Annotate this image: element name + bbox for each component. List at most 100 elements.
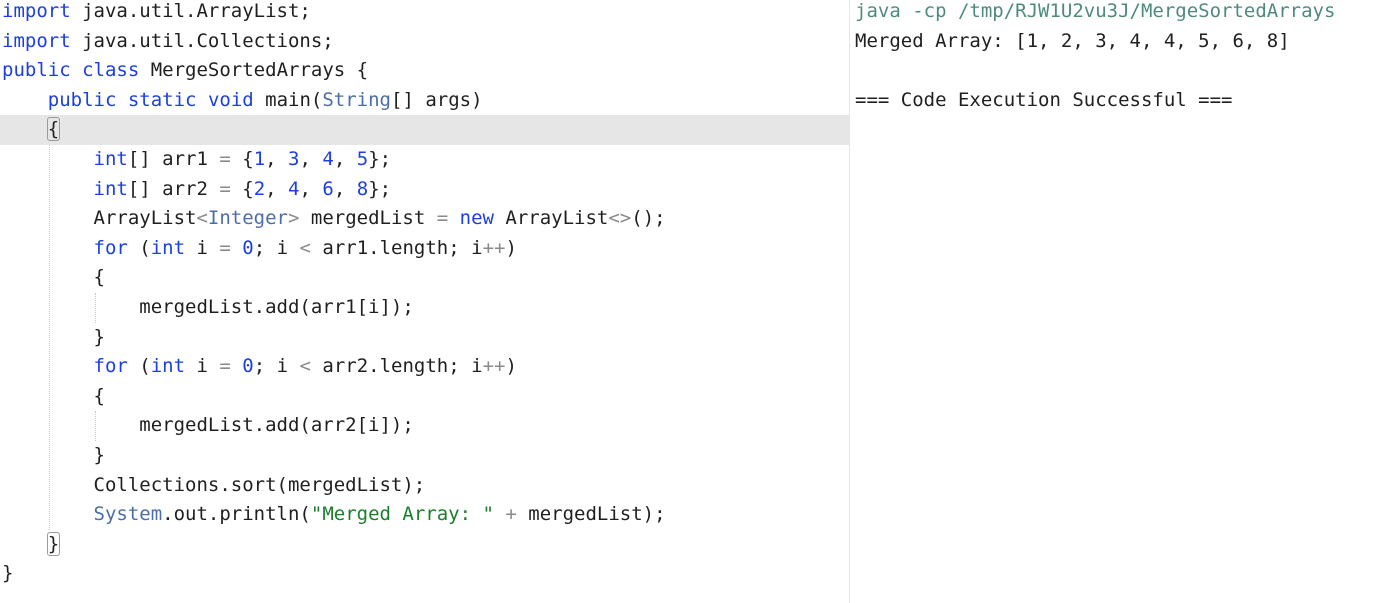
- code-token: ,: [299, 177, 323, 200]
- code-token: mergedList: [299, 207, 437, 230]
- code-token: ();: [631, 207, 666, 230]
- code-token: =: [219, 355, 231, 378]
- code-line-text: }: [2, 441, 105, 471]
- code-token: arr2.length; i: [310, 355, 483, 378]
- code-line[interactable]: {: [0, 115, 849, 145]
- code-token: MergeSortedArrays {: [139, 59, 369, 82]
- code-line-text: }: [2, 559, 13, 589]
- matched-bracket: {: [46, 117, 61, 142]
- code-line-text: for (int i = 0; i < arr2.length; i++): [2, 352, 517, 382]
- code-line-text: mergedList.add(arr2[i]);: [2, 411, 414, 441]
- code-token: ArrayList: [493, 207, 609, 230]
- code-token: String: [322, 88, 391, 111]
- code-line[interactable]: Collections.sort(mergedList);: [0, 471, 849, 501]
- code-token: };: [368, 148, 392, 170]
- code-line[interactable]: for (int i = 0; i < arr2.length; i++): [0, 352, 849, 382]
- code-token: for: [93, 236, 128, 259]
- code-token: int: [93, 177, 128, 200]
- code-token: [] arr1: [127, 148, 220, 170]
- code-token: };: [368, 177, 392, 200]
- code-line[interactable]: {: [0, 263, 849, 293]
- output-console: java -cp /tmp/RJW1U2vu3J/MergeSortedArra…: [850, 0, 1386, 603]
- code-token: [] args): [391, 88, 483, 111]
- code-token: java.util.ArrayList;: [70, 0, 311, 22]
- code-editor[interactable]: import java.util.ArrayList; import java.u…: [0, 0, 849, 603]
- code-token: ; i: [253, 236, 300, 259]
- code-line[interactable]: public static void main(String[] args): [0, 86, 849, 116]
- code-token: for: [93, 355, 128, 378]
- code-line[interactable]: mergedList.add(arr1[i]);: [0, 293, 849, 323]
- code-token: ++: [482, 236, 506, 259]
- code-token: =: [219, 236, 231, 259]
- code-token: Collections.sort(mergedList);: [2, 473, 426, 496]
- code-line[interactable]: int[] arr2 = {2, 4, 6, 8};: [0, 175, 849, 205]
- code-token: 4: [322, 148, 334, 170]
- code-token: int: [93, 148, 128, 170]
- output-command-line: java -cp /tmp/RJW1U2vu3J/MergeSortedArra…: [855, 0, 1336, 22]
- code-token: i: [185, 355, 220, 378]
- code-token: 0: [242, 355, 254, 378]
- code-line[interactable]: System.out.println("Merged Array: " + me…: [0, 500, 849, 530]
- code-token: Integer: [207, 207, 288, 230]
- code-line[interactable]: import java.util.ArrayList;: [0, 0, 849, 27]
- indent-guide: [94, 411, 96, 441]
- code-line-text: int[] arr1 = {1, 3, 4, 5};: [2, 145, 392, 175]
- code-token: [] arr2: [127, 177, 220, 200]
- code-line[interactable]: }: [0, 530, 849, 560]
- code-token: <: [196, 207, 208, 230]
- code-line-text: public static void main(String[] args): [2, 86, 483, 116]
- code-line[interactable]: import java.util.Collections;: [0, 27, 849, 57]
- code-line-text: {: [2, 263, 105, 293]
- code-token: 1: [253, 148, 266, 170]
- code-token: ,: [333, 148, 357, 170]
- app-root: import java.util.ArrayList; import java.u…: [0, 0, 1386, 603]
- indent-guide: [48, 145, 50, 530]
- code-token: ++: [482, 355, 506, 378]
- code-line-text: import java.util.Collections;: [2, 27, 334, 57]
- code-token: {: [230, 177, 254, 200]
- code-token: public: [2, 59, 71, 82]
- code-line[interactable]: ArrayList<Integer> mergedList = new Arra…: [0, 204, 849, 234]
- code-token: import: [2, 0, 71, 22]
- code-token: {: [230, 148, 254, 170]
- code-line[interactable]: for (int i = 0; i < arr1.length; i++): [0, 234, 849, 264]
- code-token: 3: [288, 148, 300, 170]
- code-line-text: Collections.sort(mergedList);: [2, 471, 426, 501]
- code-line[interactable]: }: [0, 441, 849, 471]
- code-token: arr1.length; i: [310, 236, 483, 259]
- code-token: =: [219, 177, 231, 200]
- code-token: ,: [299, 148, 323, 170]
- code-token: java.util.Collections;: [70, 29, 334, 52]
- matched-bracket: }: [46, 531, 61, 556]
- code-token: <: [299, 355, 311, 378]
- code-line[interactable]: {: [0, 382, 849, 412]
- code-line-text: mergedList.add(arr1[i]);: [2, 293, 414, 323]
- code-token: ; i: [253, 355, 300, 378]
- code-line[interactable]: }: [0, 559, 849, 589]
- code-token: .out.println(: [162, 503, 311, 526]
- code-token: (: [127, 236, 151, 259]
- code-token: mergedList);: [516, 503, 666, 526]
- code-token: 4: [288, 177, 300, 200]
- code-token: {: [2, 266, 105, 289]
- code-line[interactable]: public class MergeSortedArrays {: [0, 56, 849, 86]
- code-line[interactable]: mergedList.add(arr2[i]);: [0, 411, 849, 441]
- code-token: static: [127, 88, 197, 111]
- code-line[interactable]: }: [0, 323, 849, 353]
- code-token: }: [2, 444, 105, 466]
- code-line[interactable]: int[] arr1 = {1, 3, 4, 5};: [0, 145, 849, 175]
- code-line-text: System.out.println("Merged Array: " + me…: [2, 500, 666, 530]
- code-token: 0: [242, 236, 254, 259]
- code-line-text: ArrayList<Integer> mergedList = new Arra…: [2, 204, 666, 234]
- code-token: 6: [322, 177, 334, 200]
- code-line-text: }: [2, 323, 105, 353]
